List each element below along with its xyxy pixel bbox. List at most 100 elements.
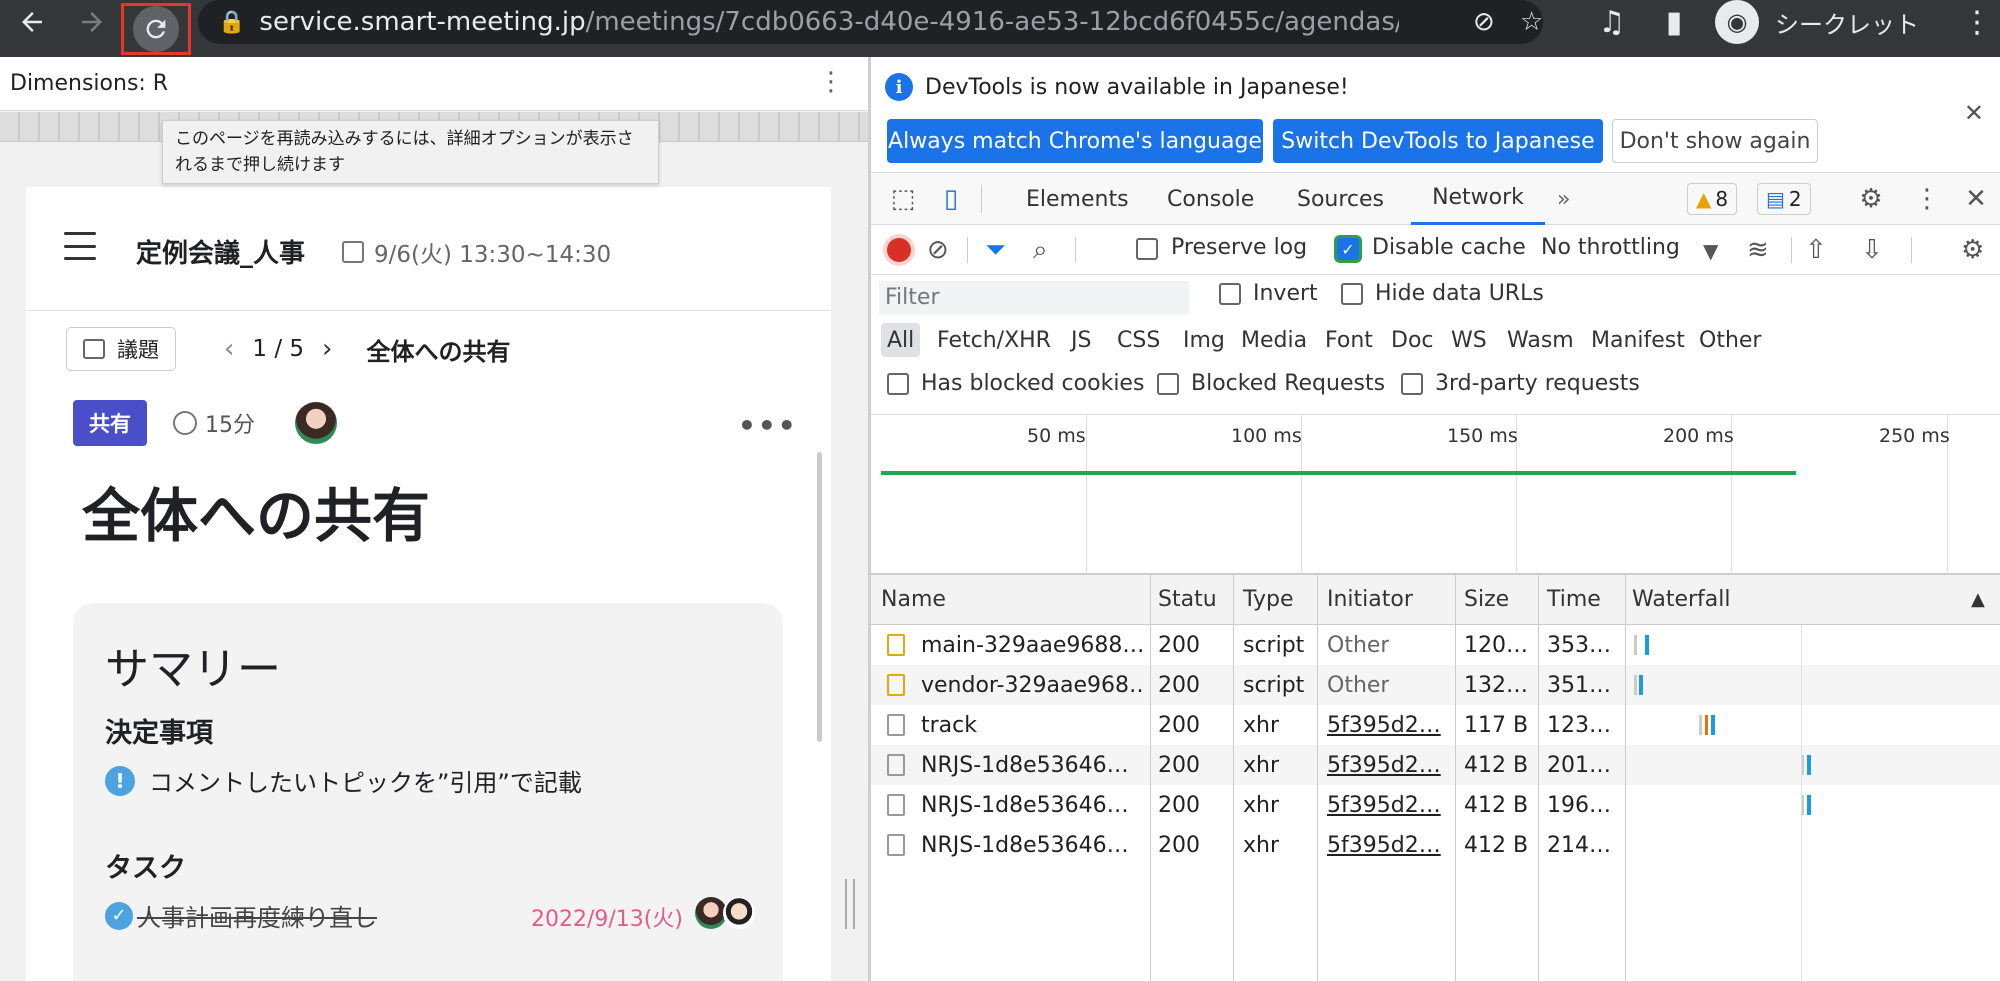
address-bar[interactable]: 🔒 service.smart-meeting.jp/meetings/7cdb… [198,0,1543,44]
timeline-label: 100 ms [1231,425,1302,447]
agenda-nav: 議題 ‹ 1 / 5 › 全体への共有 [66,327,510,371]
type-filter-font[interactable]: Font [1325,323,1373,357]
browser-menu-icon[interactable]: ⋮ [1955,0,1999,44]
hide-data-urls-checkbox[interactable] [1341,283,1363,305]
blocked-requests-checkbox[interactable] [1157,373,1179,395]
match-language-button[interactable]: Always match Chrome's language [887,119,1263,163]
eye-off-icon[interactable]: ⊘ [1473,7,1495,37]
check-circle-icon[interactable]: ✓ [105,901,133,930]
script-file-icon [887,674,905,696]
settings-gear-icon[interactable]: ⚙ [1853,181,1889,217]
device-toggle-icon[interactable]: ▯ [933,181,969,217]
import-har-icon[interactable]: ⇧ [1805,235,1827,265]
assignee-avatar[interactable] [723,897,755,929]
messages-badge[interactable]: ▤ 2 [1757,183,1811,215]
tab-sources[interactable]: Sources [1297,173,1384,225]
record-icon[interactable] [887,238,911,262]
decision-item: ! コメントしたいトピックを”引用”で記載 [105,763,582,798]
table-row[interactable]: NRJS-1d8e53646… 200 xhr 5f395d2… 412 B 2… [871,745,2000,785]
type-filter-css[interactable]: CSS [1117,323,1160,357]
hamburger-menu-icon[interactable] [64,232,96,260]
throttling-select[interactable]: No throttling [1541,235,1680,260]
tab-elements[interactable]: Elements [1026,173,1129,225]
type-filter-media[interactable]: Media [1241,323,1307,357]
type-filter-manifest[interactable]: Manifest [1591,323,1685,357]
dropdown-arrow-icon[interactable]: ▼ [1703,239,1718,263]
filter-input[interactable]: Filter [879,281,1189,315]
alert-icon: ! [105,765,135,796]
type-filter-ws[interactable]: WS [1451,323,1487,357]
type-filter-js[interactable]: JS [1071,323,1091,357]
devtools-menu-icon[interactable]: ⋮ [1909,181,1945,217]
waterfall-bar [1634,635,1637,655]
devtools-tabs: ⬚ ▯ Elements Console Sources Network » ▲… [871,173,2000,225]
network-conditions-icon[interactable]: ≋ [1747,235,1769,265]
disable-cache-checkbox[interactable]: ✓ [1337,238,1359,260]
chevron-left-icon[interactable]: ‹ [224,334,234,364]
star-icon[interactable]: ☆ [1520,7,1543,37]
filter-funnel-icon[interactable]: ⏷ [985,235,1006,266]
lock-icon: 🔒 [218,9,246,35]
decisions-heading: 決定事項 [105,718,213,749]
duration: 15分 [173,407,255,439]
tab-network[interactable]: Network [1411,173,1545,225]
document-icon [887,834,905,856]
type-filter-all[interactable]: All [881,323,921,357]
invert-checkbox[interactable] [1219,283,1241,305]
device-toolbar: Dimensions: R ⋮ [0,57,868,111]
sidebar-icon [83,339,105,359]
inspect-element-icon[interactable]: ⬚ [885,181,921,217]
type-filter-fetch[interactable]: Fetch/XHR [937,323,1051,357]
tab-console[interactable]: Console [1167,173,1254,225]
table-row[interactable]: NRJS-1d8e53646… 200 xhr 5f395d2… 412 B 2… [871,825,2000,865]
document-icon [887,754,905,776]
waterfall-bar [1807,755,1811,775]
summary-card: サマリー 決定事項 ! コメントしたいトピックを”引用”で記載 タスク ✓ 人事… [73,603,783,981]
back-arrow-icon[interactable] [10,0,54,44]
resize-handle[interactable] [845,879,855,929]
meeting-title: 定例会議_人事 [136,239,306,269]
table-row[interactable]: NRJS-1d8e53646… 200 xhr 5f395d2… 412 B 1… [871,785,2000,825]
close-devtools-icon[interactable]: ✕ [1958,181,1994,217]
task-due-date: 2022/9/13(火) [531,907,683,932]
close-icon[interactable]: ✕ [1964,99,1984,127]
export-har-icon[interactable]: ⇩ [1861,235,1883,265]
type-filter-img[interactable]: Img [1183,323,1225,357]
third-party-checkbox[interactable] [1401,373,1423,395]
agenda-list-button[interactable]: 議題 [66,327,176,371]
owner-avatar[interactable] [295,402,337,444]
reload-button[interactable] [121,3,191,55]
waterfall-bar [1699,715,1702,735]
preserve-log-checkbox[interactable] [1136,238,1158,260]
network-controls: ⊘ ⏷ ⌕ Preserve log ✓ Disable cache No th… [871,225,2000,275]
url-text: service.smart-meeting.jp/meetings/7cdb06… [259,7,1400,37]
network-settings-gear-icon[interactable]: ⚙ [1961,235,1984,265]
clear-icon[interactable]: ⊘ [927,235,949,265]
more-options-icon[interactable]: ••• [738,409,798,442]
reading-list-icon[interactable]: ♫ [1590,0,1634,44]
table-row[interactable]: track 200 xhr 5f395d2… 117 B 123… [871,705,2000,745]
more-tabs-icon[interactable]: » [1557,173,1570,225]
task-item[interactable]: ✓ 人事計画再度練り直し [105,898,377,933]
warnings-badge[interactable]: ▲ 8 [1687,183,1738,215]
type-filter-doc[interactable]: Doc [1391,323,1434,357]
incognito-profile[interactable]: ◉ シークレット [1715,0,1919,44]
device-menu-icon[interactable]: ⋮ [818,67,844,97]
page-scrollbar[interactable] [817,452,822,742]
sort-arrow-icon[interactable]: ▲ [1971,589,1985,610]
network-overview[interactable]: 50 ms 100 ms 150 ms 200 ms 250 ms [871,415,2000,575]
switch-japanese-button[interactable]: Switch DevTools to Japanese [1273,119,1603,163]
type-filter-wasm[interactable]: Wasm [1507,323,1574,357]
table-row[interactable]: main-329aae9688… 200 script Other 120… 3… [871,625,2000,665]
type-filter-other[interactable]: Other [1699,323,1761,357]
side-panel-icon[interactable]: ▮ [1652,0,1696,44]
dont-show-again-button[interactable]: Don't show again [1612,119,1818,163]
chevron-right-icon[interactable]: › [322,334,332,364]
table-header: Name Status Type Initiator Size Time Wat… [871,575,2000,625]
table-row[interactable]: vendor-329aae968… 200 script Other 132… … [871,665,2000,705]
devtools-panel: i DevTools is now available in Japanese!… [871,57,2000,981]
blocked-cookies-checkbox[interactable] [887,373,909,395]
agenda-pager: ‹ 1 / 5 › [224,334,333,364]
forward-arrow-icon[interactable] [70,0,114,44]
search-icon[interactable]: ⌕ [1033,235,1048,266]
